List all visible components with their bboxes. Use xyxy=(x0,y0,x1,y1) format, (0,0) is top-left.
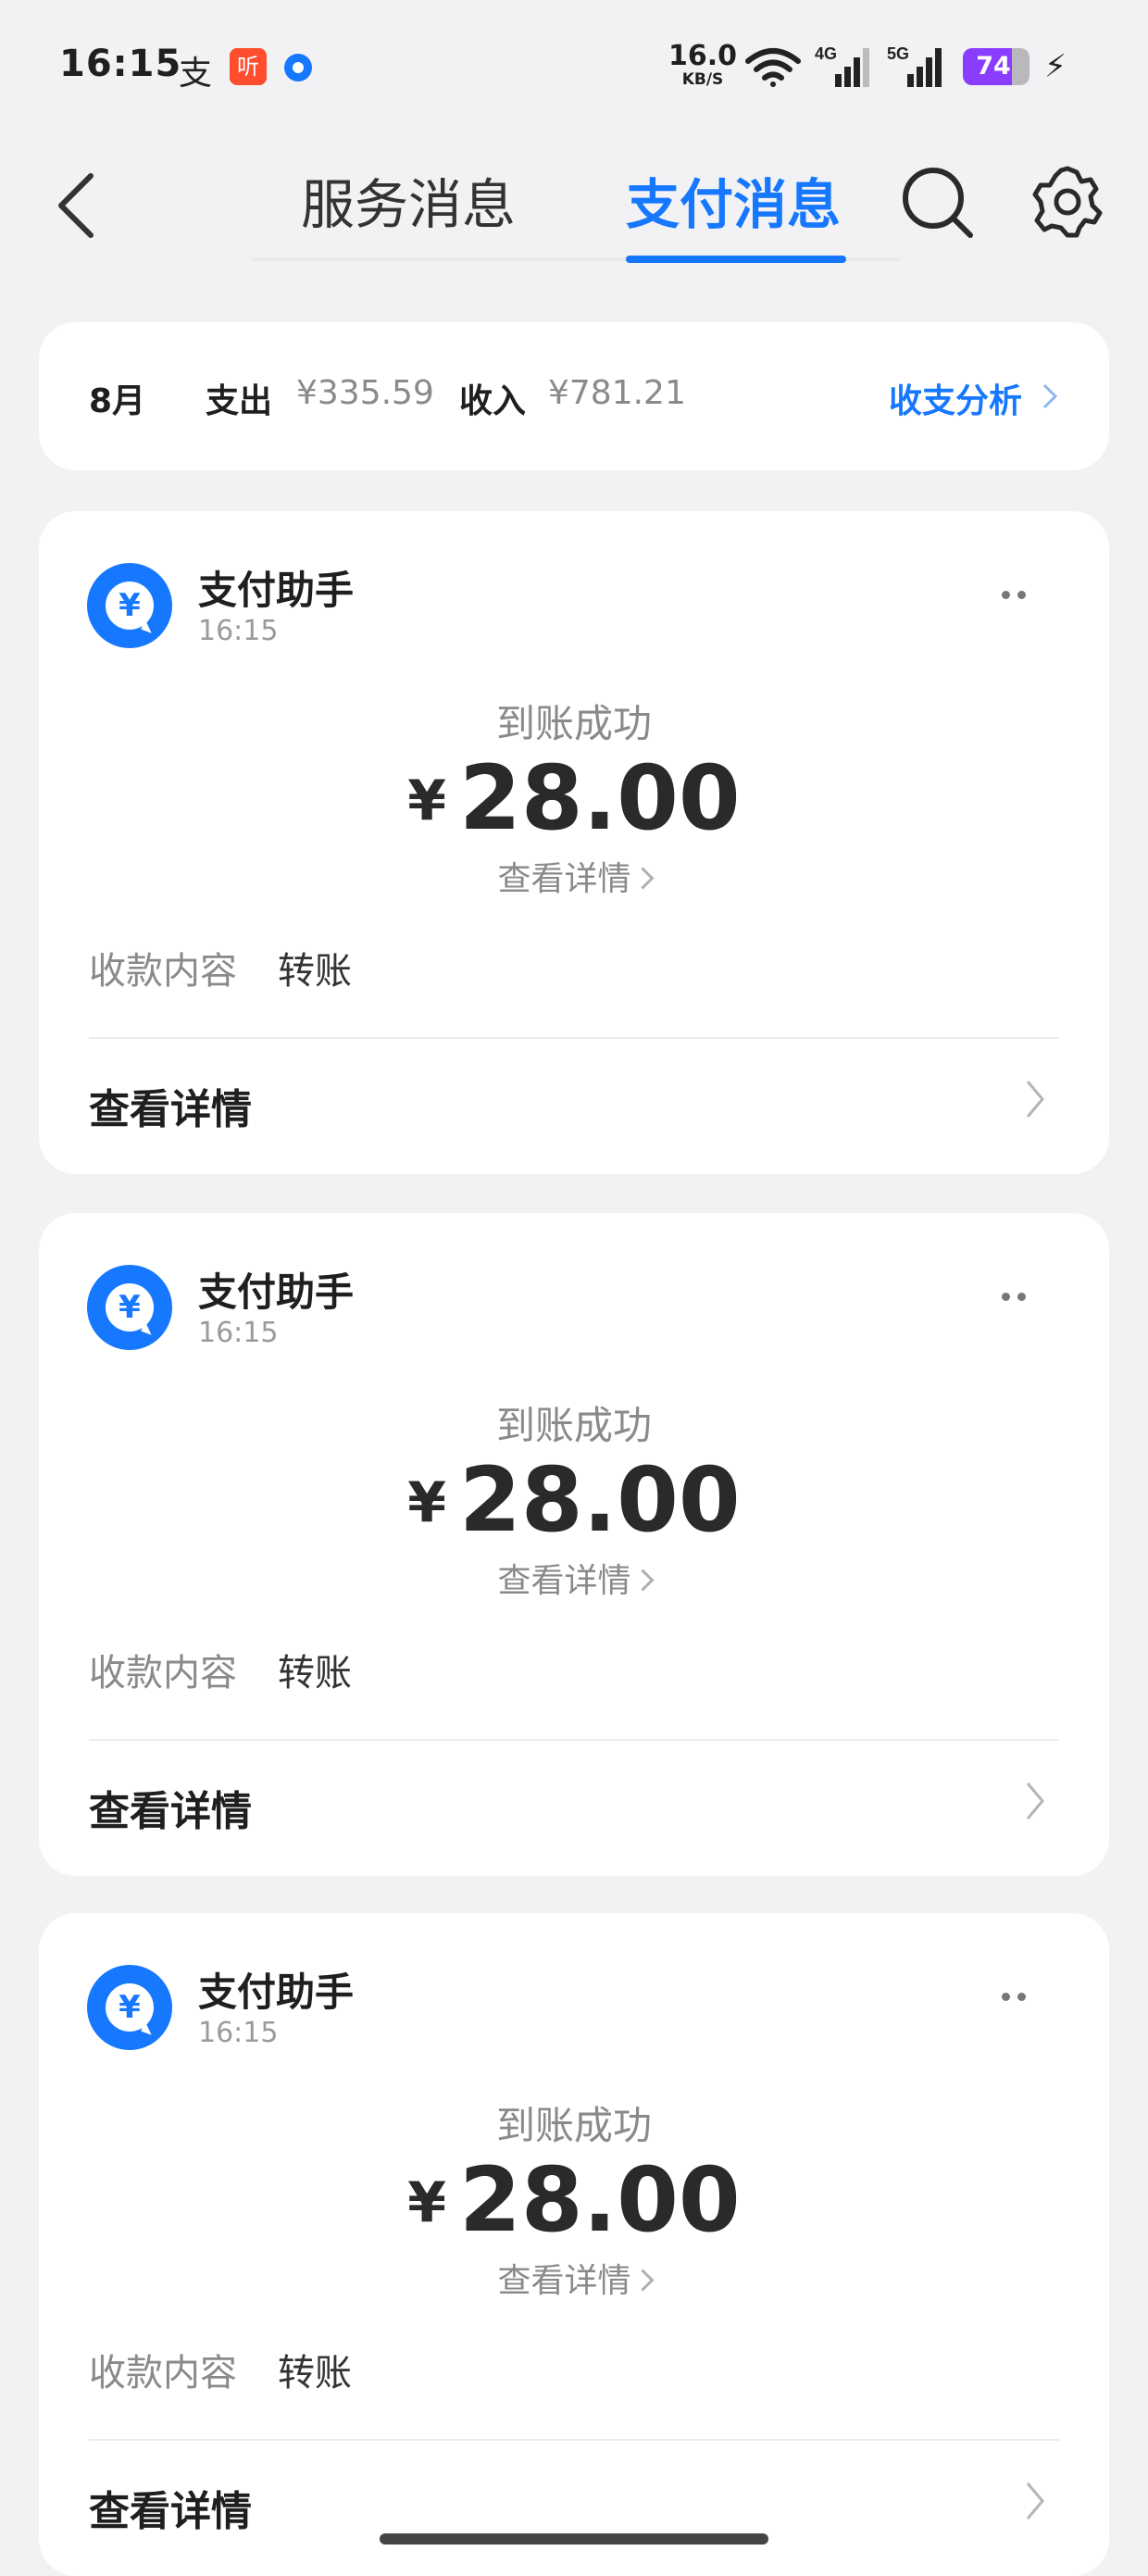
income-value: ¥781.21 xyxy=(548,374,686,412)
payment-content-label: 收款内容 xyxy=(89,1652,237,1694)
chevron-right-icon xyxy=(630,2269,655,2292)
view-details-row[interactable]: 查看详情 xyxy=(89,1076,252,1135)
top-nav: 服务消息 支付消息 xyxy=(0,139,1148,278)
view-details-inline-label: 查看详情 xyxy=(497,1562,631,1600)
income-label: 收入 xyxy=(459,382,527,420)
amount-value: 28.00 xyxy=(459,2148,741,2252)
payment-status: 到账成功 xyxy=(495,2103,652,2148)
payment-amount: ¥28.00 xyxy=(39,1448,1109,1552)
chevron-right-icon[interactable] xyxy=(1024,1078,1046,1120)
currency-symbol: ¥ xyxy=(407,769,447,833)
status-bar: 16:15 支 听 16.0 KB/S 4G 5G 74 ⚡ xyxy=(0,0,1148,139)
network-speed-value: 16.0 xyxy=(668,40,738,72)
search-icon[interactable] xyxy=(896,159,980,243)
more-options-icon[interactable] xyxy=(1002,585,1033,603)
signal-5g-label: 5G xyxy=(887,44,909,63)
view-details-inline-label: 查看详情 xyxy=(497,2262,631,2300)
divider xyxy=(89,1739,1059,1741)
chevron-right-icon[interactable] xyxy=(1024,1780,1046,1822)
gear-icon[interactable] xyxy=(1026,159,1109,243)
monthly-summary-card: 8月 支出 ¥335.59 收入 ¥781.21 收支分析 xyxy=(39,322,1109,470)
view-details-inline-link[interactable]: 查看详情 xyxy=(39,852,1109,900)
payment-message-card[interactable]: ¥ 支付助手 16:15 到账成功 ¥28.00 查看详情 收款内容 转账 查看… xyxy=(39,1213,1109,1876)
alipay-notification-icon: 支 xyxy=(179,55,213,93)
payment-assistant-avatar: ¥ xyxy=(87,563,172,648)
wifi-icon xyxy=(745,48,801,87)
amount-value: 28.00 xyxy=(459,1448,741,1552)
view-details-row[interactable]: 查看详情 xyxy=(89,2478,252,2537)
summary-month: 8月 xyxy=(89,382,146,420)
more-options-icon[interactable] xyxy=(1002,1987,1033,2005)
view-details-inline-link[interactable]: 查看详情 xyxy=(39,2254,1109,2302)
payment-content-label: 收款内容 xyxy=(89,2352,237,2395)
payment-content-value: 转账 xyxy=(278,2352,352,2395)
payment-content-value: 转账 xyxy=(278,950,352,993)
signal-5g-icon: 5G xyxy=(887,44,942,87)
payment-amount: ¥28.00 xyxy=(39,2148,1109,2252)
sender-name: 支付助手 xyxy=(198,1269,355,1315)
app-notification-icon xyxy=(284,54,312,81)
currency-symbol: ¥ xyxy=(407,2170,447,2235)
network-speed: 16.0 KB/S xyxy=(668,43,737,88)
payment-message-card[interactable]: ¥ 支付助手 16:15 到账成功 ¥28.00 查看详情 收款内容 转账 查看… xyxy=(39,511,1109,1174)
sender-name: 支付助手 xyxy=(198,1970,355,2015)
tab-payment-messages[interactable]: 支付消息 xyxy=(626,161,841,239)
tab-service-messages[interactable]: 服务消息 xyxy=(301,161,516,239)
payment-amount: ¥28.00 xyxy=(39,746,1109,850)
active-tab-indicator xyxy=(626,256,846,263)
sender-name: 支付助手 xyxy=(198,568,355,613)
battery-percent: 74 xyxy=(976,52,1011,81)
divider xyxy=(89,2439,1059,2441)
payment-assistant-avatar: ¥ xyxy=(87,1965,172,2050)
expense-value: ¥335.59 xyxy=(296,374,434,412)
more-options-icon[interactable] xyxy=(1002,1287,1033,1305)
network-speed-unit: KB/S xyxy=(681,70,724,89)
back-icon[interactable] xyxy=(48,169,113,243)
home-indicator[interactable] xyxy=(380,2533,768,2545)
message-time: 16:15 xyxy=(198,1317,279,1349)
payment-status: 到账成功 xyxy=(495,1403,652,1448)
payment-content-value: 转账 xyxy=(278,1652,352,1694)
payment-message-card[interactable]: ¥ 支付助手 16:15 到账成功 ¥28.00 查看详情 收款内容 转账 查看… xyxy=(39,1913,1109,2576)
view-details-row[interactable]: 查看详情 xyxy=(89,1778,252,1837)
status-time: 16:15 xyxy=(59,43,182,85)
chevron-right-icon[interactable] xyxy=(1024,2480,1046,2522)
payment-status: 到账成功 xyxy=(495,701,652,746)
expense-label: 支出 xyxy=(206,382,273,420)
battery-icon: 74 xyxy=(963,48,1029,85)
signal-4g-icon: 4G xyxy=(815,44,869,87)
view-details-inline-label: 查看详情 xyxy=(497,860,631,898)
view-details-inline-link[interactable]: 查看详情 xyxy=(39,1554,1109,1602)
message-time: 16:15 xyxy=(198,615,279,647)
income-expense-analysis-link[interactable]: 收支分析 xyxy=(889,374,1022,422)
chevron-right-icon xyxy=(1042,383,1058,409)
payment-assistant-avatar: ¥ xyxy=(87,1265,172,1350)
message-time: 16:15 xyxy=(198,2017,279,2049)
chevron-right-icon xyxy=(630,867,655,890)
chevron-right-icon xyxy=(630,1569,655,1592)
divider xyxy=(89,1037,1059,1039)
signal-4g-label: 4G xyxy=(815,44,837,63)
amount-value: 28.00 xyxy=(459,746,741,850)
currency-symbol: ¥ xyxy=(407,1470,447,1535)
listen-app-notification-icon: 听 xyxy=(230,48,267,85)
payment-content-label: 收款内容 xyxy=(89,950,237,993)
charging-icon: ⚡ xyxy=(1044,48,1067,85)
